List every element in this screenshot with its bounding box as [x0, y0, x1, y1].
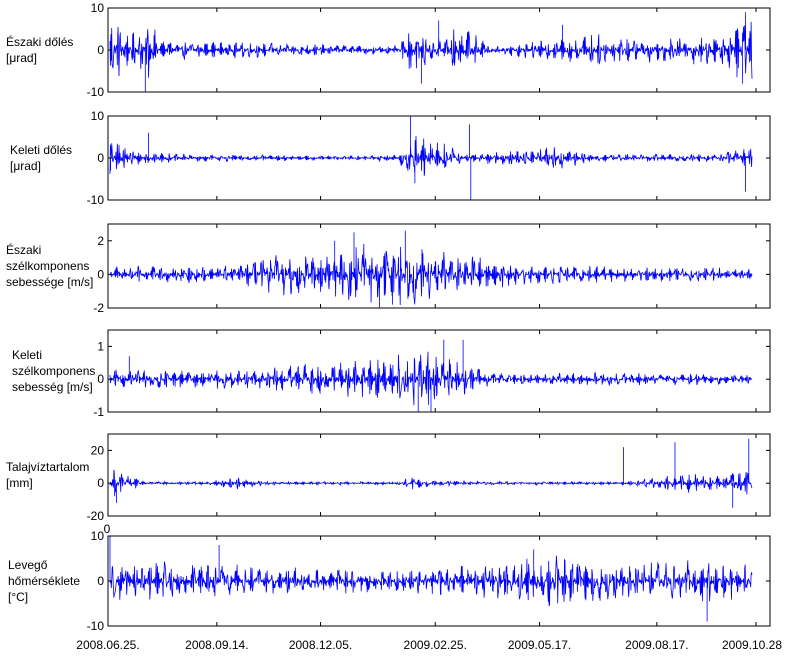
panel-frame	[107, 223, 771, 309]
y-tick-label: -10	[87, 193, 105, 207]
panel-4: -1 0 1 Keleti szélkomponens sebesség [m/s]	[12, 329, 771, 419]
y-axis-label: [°C]	[8, 590, 28, 604]
y-tick-label: -20	[87, 509, 105, 523]
y-tick-label: 0	[97, 43, 104, 57]
y-tick-label: 0	[97, 476, 104, 490]
panel-2: -10 0 10 Keleti dőlés [μrad]	[10, 109, 771, 207]
y-tick-label: -10	[87, 85, 105, 99]
y-tick-label: 0	[97, 151, 104, 165]
y-axis-label: Északi	[6, 242, 41, 257]
x-tick-label: 2008.06.25.	[76, 638, 139, 652]
y-tick-label: 0	[97, 574, 104, 588]
x-tick-label: 2009.02.25.	[404, 638, 467, 652]
chart-figure: -10010Északi dőlés[μrad]-10010Keleti dől…	[6, 1, 782, 652]
y-tick-label: 2	[97, 234, 104, 248]
x-tick-label: 2009.10.28	[722, 638, 782, 652]
y-axis-label: Keleti dőlés	[10, 143, 72, 157]
y-tick-label: 0	[97, 267, 104, 281]
x-tick-label: 2009.08.17.	[625, 638, 688, 652]
y-axis-label: sebesség [m/s]	[12, 380, 93, 394]
y-axis-label: [mm]	[6, 476, 33, 490]
y-axis-label: Levegő	[8, 558, 48, 572]
y-axis-label: szélkomponens	[12, 364, 95, 378]
x-tick-label: 2009.05.17.	[508, 638, 571, 652]
y-axis-label: Keleti	[12, 348, 42, 362]
y-axis-label: [μrad]	[10, 159, 41, 173]
y-tick-label: 1	[97, 339, 104, 353]
x-origin-label: 0	[104, 522, 111, 536]
y-axis-label: hőmérséklete	[8, 574, 80, 588]
y-tick-label: -10	[87, 619, 105, 633]
panel-frame	[107, 433, 771, 517]
panel-frame	[107, 329, 771, 413]
panel-1: -10 0 10 Északi dőlés [μrad]	[6, 1, 771, 99]
panel-5: -20 0 20Talajvíztartalom [mm]	[6, 433, 771, 523]
x-tick-label: 2008.09.14.	[185, 638, 248, 652]
y-axis-label: [μrad]	[6, 51, 37, 65]
y-tick-label: 20	[91, 443, 105, 457]
y-tick-label: 0	[97, 372, 104, 386]
y-axis-label: szélkomponens	[6, 259, 89, 273]
y-tick-label: 10	[91, 109, 105, 123]
panel-6: -10010 0Levegőhőmérséklete[°C]	[8, 522, 771, 633]
y-tick-label: -2	[93, 301, 104, 315]
y-axis-label: sebessége [m/s]	[6, 275, 93, 289]
x-tick-label: 2008.12.05.	[289, 638, 352, 652]
y-tick-label: 10	[91, 1, 105, 15]
y-axis-label: Talajvíztartalom	[6, 460, 89, 474]
y-tick-label: 10	[91, 529, 105, 543]
y-tick-label: -1	[93, 405, 104, 419]
panel-3: -2 0 2 Északi szélkomponens sebessége [m/s]	[6, 223, 771, 315]
y-axis-label: Északi dőlés	[6, 34, 73, 49]
